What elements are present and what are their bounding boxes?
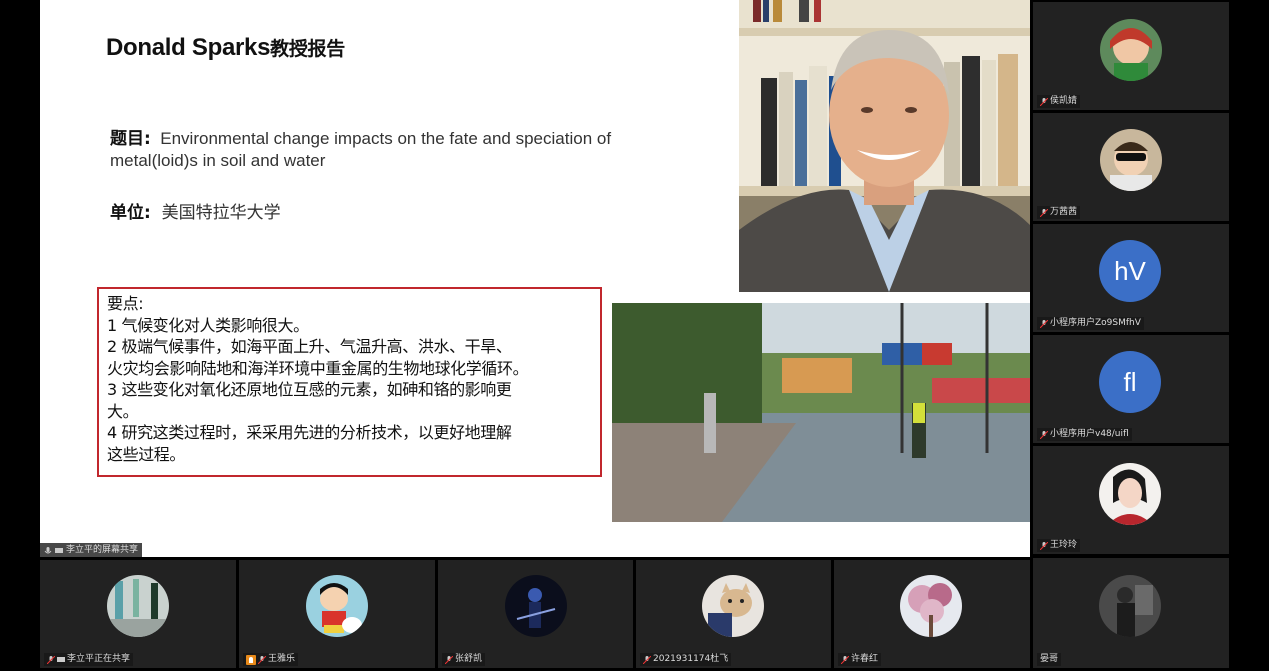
participant-tile-presenter[interactable]: 李立平正在共享 xyxy=(40,560,236,668)
participant-tile[interactable]: 万茜茜 xyxy=(1033,113,1229,221)
mic-muted-icon xyxy=(1039,208,1049,217)
keypoint-line: 大。 xyxy=(107,401,139,421)
participant-name-tag: 张舒凯 xyxy=(442,653,486,666)
speaker-portrait-photo xyxy=(739,0,1030,292)
participant-avatar xyxy=(702,575,764,637)
keypoint-line: 4 研究这类过程时，采采用先进的分析技术，以更好地理解 xyxy=(107,423,512,442)
mic-muted-icon xyxy=(444,655,454,664)
participant-name-tag: 许春红 xyxy=(838,653,882,666)
keypoint-line: 3 这些变化对氧化还原地位互感的元素，如砷和铬的影响更 xyxy=(107,380,512,399)
participant-avatar xyxy=(1099,575,1161,637)
participant-name: 张舒凯 xyxy=(455,654,483,664)
participant-name-tag: 小程序用户Zo9SMfhV xyxy=(1037,317,1144,330)
mic-muted-icon xyxy=(1039,541,1049,550)
participant-tile[interactable]: 晏哥 xyxy=(1033,558,1229,668)
participant-name-tag: 小程序用户v48/uifl xyxy=(1037,428,1132,441)
participant-name: 万茜茜 xyxy=(1050,207,1078,217)
meeting-window: Donald Sparks教授报告 题目: Environmental chan… xyxy=(0,0,1269,671)
screen-icon xyxy=(55,546,63,554)
participant-name-tag: 李立平正在共享 xyxy=(44,653,134,666)
participant-name-tag: 万茜茜 xyxy=(1037,206,1081,219)
participant-name: 李立平正在共享 xyxy=(67,654,131,664)
slide-title-suffix: 教授报告 xyxy=(270,38,345,60)
participant-name: 王雅乐 xyxy=(268,654,296,664)
shared-screen-slide: Donald Sparks教授报告 题目: Environmental chan… xyxy=(40,0,1030,557)
keypoint-line: 这些过程。 xyxy=(107,444,186,464)
participant-name-tag: 晏哥 xyxy=(1037,653,1062,666)
participant-tile[interactable]: 2021931174杜飞 xyxy=(636,560,831,668)
participant-name: 许春红 xyxy=(851,654,879,664)
topic-text: Environmental change impacts on the fate… xyxy=(110,129,612,170)
participant-avatar xyxy=(900,575,962,637)
camera-icon xyxy=(246,654,256,665)
participant-avatar xyxy=(1099,463,1161,525)
slide-topic: 题目: Environmental change impacts on the … xyxy=(110,128,670,172)
participant-initials-avatar: hV xyxy=(1099,240,1161,302)
mic-muted-icon xyxy=(840,655,850,664)
screen-share-icon xyxy=(57,656,65,664)
mic-muted-icon xyxy=(642,655,652,664)
screen-share-badge: 李立平的屏幕共享 xyxy=(40,543,143,557)
participant-name: 2021931174杜飞 xyxy=(653,654,729,664)
participant-avatar xyxy=(107,575,169,637)
participant-name-tag: 王玲玲 xyxy=(1037,539,1081,552)
keypoint-line: 1 气候变化对人类影响很大。 xyxy=(107,315,309,335)
slide-title: Donald Sparks教授报告 xyxy=(106,34,345,62)
participant-tile[interactable]: 王雅乐 xyxy=(239,560,435,668)
screen-share-label: 李立平的屏幕共享 xyxy=(66,545,139,555)
unit-label: 单位: xyxy=(110,203,151,223)
participant-tile[interactable]: hV 小程序用户Zo9SMfhV xyxy=(1033,224,1229,332)
participant-name-tag: 王雅乐 xyxy=(243,653,299,666)
slide-title-name: Donald Sparks xyxy=(106,34,271,61)
participant-avatar xyxy=(1100,129,1162,191)
topic-label: 题目: xyxy=(110,129,151,149)
keypoint-line: 火灾均会影响陆地和海洋环境中重金属的生物地球化学循环。 xyxy=(107,358,529,378)
participant-name: 王玲玲 xyxy=(1050,540,1078,550)
slide-unit: 单位: 美国特拉华大学 xyxy=(110,198,281,223)
keypoints-box: 要点: 1 气候变化对人类影响很大。 2 极端气候事件，如海平面上升、气温升高、… xyxy=(97,287,602,477)
participant-tile[interactable]: fl 小程序用户v48/uifl xyxy=(1033,335,1229,443)
mic-muted-icon xyxy=(46,655,56,664)
participant-name: 小程序用户Zo9SMfhV xyxy=(1050,318,1141,328)
flood-street-photo xyxy=(612,303,1030,522)
participant-tile[interactable]: 侯凯婧 xyxy=(1033,2,1229,110)
participant-name: 晏哥 xyxy=(1040,654,1059,664)
participant-tile[interactable]: 王玲玲 xyxy=(1033,446,1229,554)
participant-tile[interactable]: 许春红 xyxy=(834,560,1030,668)
participant-avatar xyxy=(505,575,567,637)
participant-name: 侯凯婧 xyxy=(1050,96,1078,106)
mic-muted-icon xyxy=(1039,319,1049,328)
mic-muted-icon xyxy=(257,655,267,664)
participant-avatar xyxy=(306,575,368,637)
participant-initials-avatar: fl xyxy=(1099,351,1161,413)
keypoints-header: 要点: xyxy=(107,294,144,313)
participant-avatar xyxy=(1100,19,1162,81)
participant-name-tag: 侯凯婧 xyxy=(1037,95,1081,108)
keypoint-line: 2 极端气候事件，如海平面上升、气温升高、洪水、干旱、 xyxy=(107,337,512,356)
participant-tile[interactable]: 张舒凯 xyxy=(438,560,633,668)
mic-muted-icon xyxy=(1039,97,1049,106)
participant-name: 小程序用户v48/uifl xyxy=(1050,429,1129,439)
unit-text: 美国特拉华大学 xyxy=(161,203,281,223)
participant-name-tag: 2021931174杜飞 xyxy=(640,653,732,666)
mic-muted-icon xyxy=(1039,430,1049,439)
mic-icon xyxy=(44,546,52,554)
